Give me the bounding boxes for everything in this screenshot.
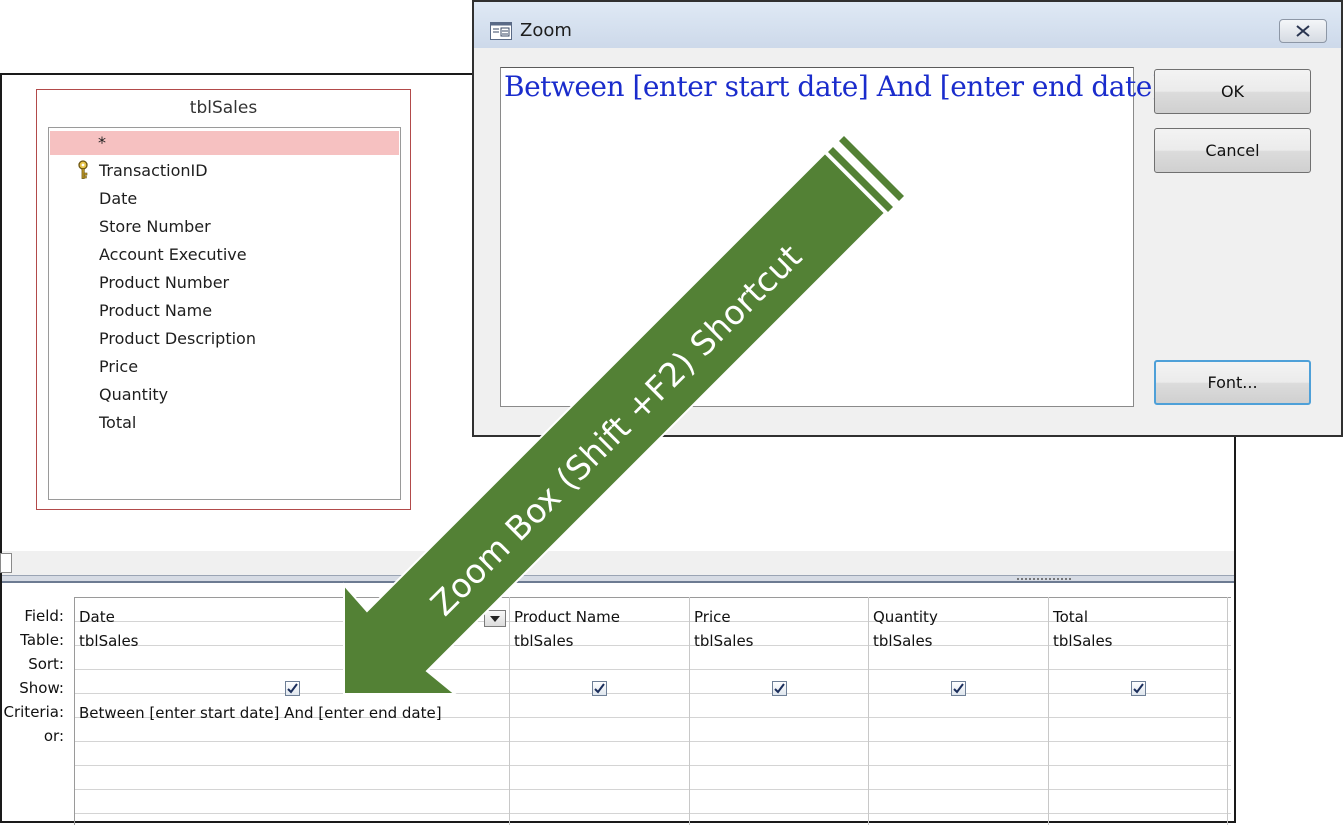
cancel-button[interactable]: Cancel: [1154, 128, 1311, 173]
show-checkbox[interactable]: [285, 681, 300, 696]
key-icon: [78, 160, 88, 179]
scrollbar-thumb[interactable]: [0, 553, 12, 573]
field-product-number[interactable]: Product Number: [99, 273, 229, 293]
checkmark-icon: [774, 683, 785, 694]
row-label-table: Table:: [20, 631, 64, 649]
zoom-dialog: Zoom Between [enter start date] And [ent…: [472, 0, 1343, 437]
checkmark-icon: [594, 683, 605, 694]
ok-button[interactable]: OK: [1154, 69, 1311, 114]
font-button[interactable]: Font...: [1154, 360, 1311, 405]
row-label-criteria: Criteria:: [3, 703, 65, 721]
grid-field-cell[interactable]: Price: [694, 605, 731, 629]
grid-table-cell[interactable]: tblSales: [694, 629, 754, 653]
checkmark-icon: [287, 683, 298, 694]
column-separator[interactable]: [1227, 597, 1228, 825]
row-label-show: Show:: [19, 679, 64, 697]
row-label-or: or:: [43, 727, 64, 745]
zoom-expression-text: Between [enter start date] And [enter en…: [504, 70, 1163, 103]
chevron-down-icon: [490, 616, 500, 622]
field-dropdown-button[interactable]: [484, 610, 506, 627]
table-title: tblSales: [189, 98, 258, 118]
field-account-executive[interactable]: Account Executive: [99, 245, 247, 265]
row-label-field: Field:: [24, 607, 64, 625]
table-field-list-box[interactable]: tblSales * TransactionID Date Store Numb…: [36, 89, 411, 510]
field-product-description[interactable]: Product Description: [99, 329, 256, 349]
grid-field-cell[interactable]: Total: [1053, 605, 1088, 629]
show-checkbox[interactable]: [1131, 681, 1146, 696]
upper-pane-scrollbar[interactable]: [2, 551, 1234, 575]
close-icon: [1296, 25, 1310, 37]
grid-table-cell[interactable]: tblSales: [514, 629, 574, 653]
column-separator[interactable]: [1048, 597, 1049, 825]
field-date[interactable]: Date: [99, 189, 137, 209]
dialog-title: Zoom: [520, 20, 572, 41]
grid-table-cell[interactable]: tblSales: [873, 629, 933, 653]
show-checkbox[interactable]: [772, 681, 787, 696]
grid-field-cell[interactable]: Date: [79, 605, 115, 629]
grid-table-cell[interactable]: tblSales: [79, 629, 139, 653]
row-label-sort: Sort:: [28, 655, 64, 673]
field-store-number[interactable]: Store Number: [99, 217, 211, 237]
field-price[interactable]: Price: [99, 357, 138, 377]
field-all-columns[interactable]: *: [50, 131, 399, 155]
grid-field-cell[interactable]: Quantity: [873, 605, 938, 629]
field-total[interactable]: Total: [99, 413, 136, 433]
grid-field-cell[interactable]: Product Name: [514, 605, 620, 629]
splitter-grip[interactable]: [1016, 577, 1072, 581]
window-icon: [490, 22, 512, 40]
close-button[interactable]: [1279, 19, 1327, 43]
zoom-text-area[interactable]: Between [enter start date] And [enter en…: [500, 67, 1163, 407]
field-product-name[interactable]: Product Name: [99, 301, 212, 321]
field-star-label: *: [98, 133, 106, 152]
column-separator[interactable]: [868, 597, 869, 825]
field-quantity[interactable]: Quantity: [99, 385, 168, 405]
column-separator[interactable]: [689, 597, 690, 825]
show-checkbox[interactable]: [951, 681, 966, 696]
grid-criteria-cell[interactable]: Between [enter start date] And [enter en…: [79, 701, 442, 725]
column-separator[interactable]: [509, 597, 510, 825]
field-list[interactable]: * TransactionID Date Store Number Accoun…: [48, 127, 401, 500]
show-checkbox[interactable]: [592, 681, 607, 696]
field-transactionid[interactable]: TransactionID: [99, 161, 208, 181]
checkmark-icon: [1133, 683, 1144, 694]
checkmark-icon: [953, 683, 964, 694]
grid-table-cell[interactable]: tblSales: [1053, 629, 1113, 653]
